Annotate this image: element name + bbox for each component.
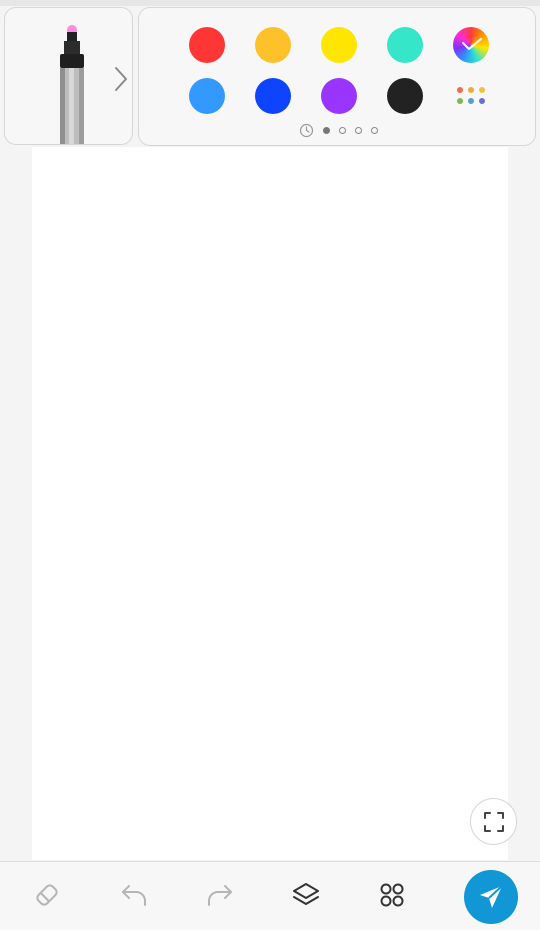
page-dot-2[interactable] (339, 127, 346, 134)
bottom-toolbar (0, 861, 540, 930)
apps-grid-icon (380, 883, 404, 907)
send-icon (480, 885, 503, 908)
pen-selector[interactable] (4, 7, 133, 145)
layers-button[interactable] (290, 879, 322, 911)
redo-button[interactable] (204, 879, 236, 911)
apps-button[interactable] (376, 879, 408, 911)
chevron-right-icon[interactable] (113, 66, 129, 92)
swatch-teal[interactable] (387, 27, 423, 63)
color-palette (138, 7, 536, 146)
swatch-red[interactable] (189, 27, 225, 63)
swatch-black[interactable] (387, 78, 423, 114)
marker-pen-icon (60, 25, 84, 144)
status-strip (0, 0, 540, 6)
more-colors-icon[interactable] (453, 78, 489, 114)
page-dot-4[interactable] (371, 127, 378, 134)
swatch-sky-blue[interactable] (189, 78, 225, 114)
swatch-purple[interactable] (321, 78, 357, 114)
swatch-orange[interactable] (255, 27, 291, 63)
undo-icon (122, 885, 146, 906)
send-button[interactable] (464, 870, 518, 924)
layers-icon (293, 883, 319, 905)
page-dot-3[interactable] (355, 127, 362, 134)
clock-icon[interactable] (299, 123, 314, 138)
eraser-button[interactable] (31, 879, 63, 911)
swatch-yellow[interactable] (321, 27, 357, 63)
redo-icon (208, 885, 232, 906)
color-wheel-icon (462, 38, 482, 50)
eraser-icon (36, 884, 58, 906)
custom-color-button[interactable] (453, 27, 489, 63)
drawing-canvas[interactable] (32, 147, 508, 860)
swatch-blue[interactable] (255, 78, 291, 114)
fullscreen-icon (483, 811, 504, 832)
page-dot-1[interactable] (323, 127, 330, 134)
undo-button[interactable] (118, 879, 150, 911)
fullscreen-button[interactable] (470, 798, 517, 845)
